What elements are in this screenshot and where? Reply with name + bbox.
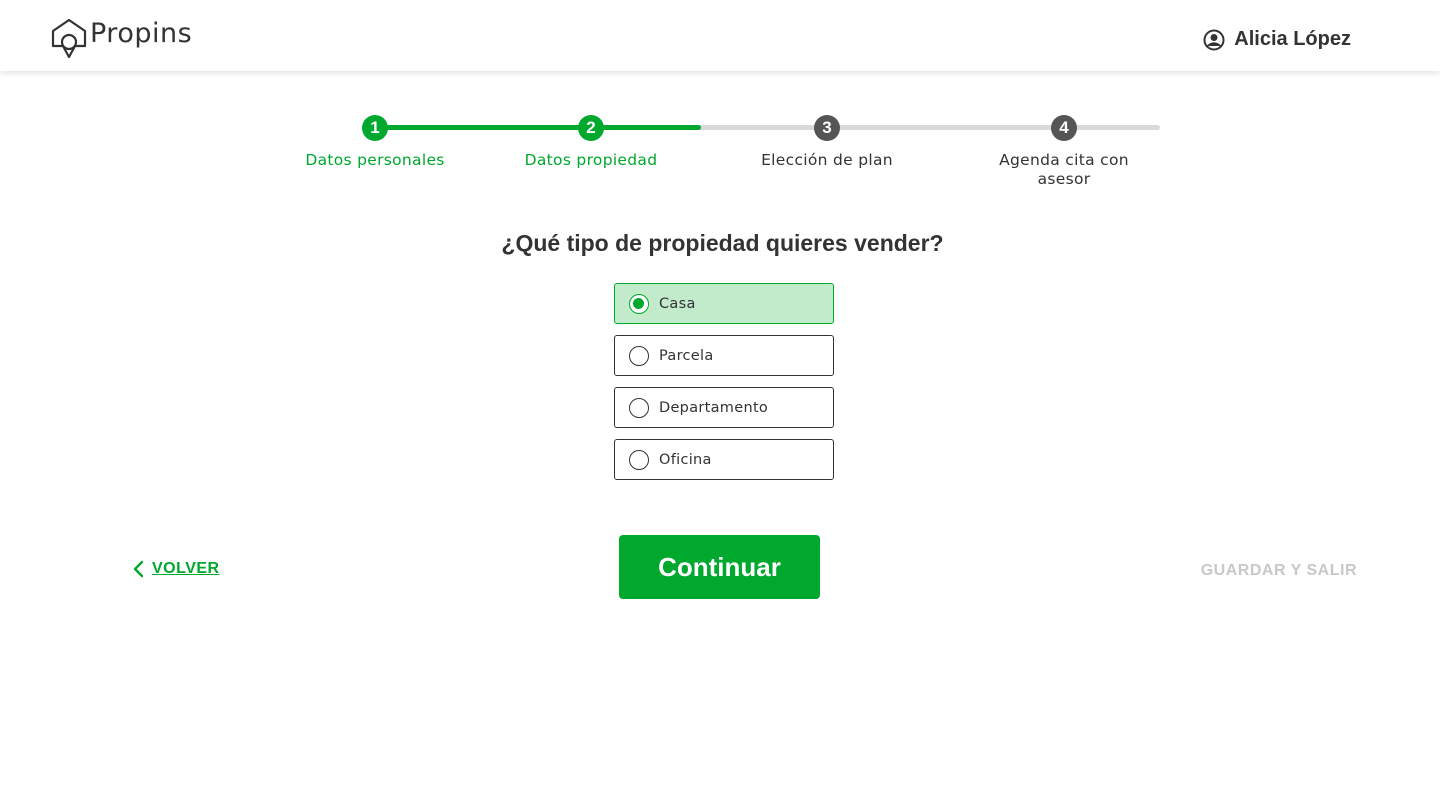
- option-departamento[interactable]: Departamento: [614, 387, 834, 428]
- step-datos-propiedad: 2 Datos propiedad: [506, 115, 676, 170]
- home-pin-logo-icon: [51, 18, 87, 59]
- option-label: Parcela: [659, 347, 714, 364]
- radio-button[interactable]: [629, 397, 649, 418]
- chevron-left-icon: [133, 560, 144, 578]
- step-number: 3: [814, 115, 840, 141]
- logo[interactable]: Propins: [50, 18, 192, 62]
- user-name: Alicia López: [1234, 28, 1351, 50]
- step-eleccion-de-plan: 3 Elección de plan: [742, 115, 912, 170]
- option-oficina[interactable]: Oficina: [614, 439, 834, 480]
- step-datos-personales: 1 Datos personales: [290, 115, 460, 170]
- step-label: Elección de plan: [761, 151, 893, 169]
- save-and-exit-link[interactable]: GUARDAR Y SALIR: [1201, 562, 1357, 580]
- back-label: VOLVER: [152, 560, 220, 577]
- step-number: 1: [362, 115, 388, 141]
- radio-button[interactable]: [629, 293, 649, 314]
- top-header: Propins Alicia López: [0, 0, 1440, 71]
- step-agenda-cita: 4 Agenda cita con asesor: [984, 115, 1144, 189]
- option-label: Oficina: [659, 451, 712, 468]
- option-label: Casa: [659, 295, 696, 312]
- step-number: 4: [1051, 115, 1077, 141]
- option-parcela[interactable]: Parcela: [614, 335, 834, 376]
- continue-button[interactable]: Continuar: [619, 535, 820, 599]
- property-type-radio-group: Casa Parcela Departamento Oficina: [614, 283, 834, 491]
- progress-stepper: 1 Datos personales 2 Datos propiedad 3 E…: [305, 115, 1160, 195]
- radio-button[interactable]: [629, 345, 649, 366]
- radio-button[interactable]: [629, 449, 649, 470]
- option-label: Departamento: [659, 399, 769, 416]
- step-label: Agenda cita con asesor: [999, 151, 1129, 188]
- step-label: Datos personales: [305, 151, 445, 169]
- step-number: 2: [578, 115, 604, 141]
- step-label: Datos propiedad: [524, 151, 658, 169]
- back-link[interactable]: VOLVER: [133, 560, 220, 578]
- form-question: ¿Qué tipo de propiedad quieres vender?: [501, 230, 944, 256]
- user-menu[interactable]: Alicia López: [1203, 28, 1351, 51]
- logo-text: Propins: [90, 18, 193, 49]
- user-circle-icon: [1203, 29, 1225, 50]
- option-casa[interactable]: Casa: [614, 283, 834, 324]
